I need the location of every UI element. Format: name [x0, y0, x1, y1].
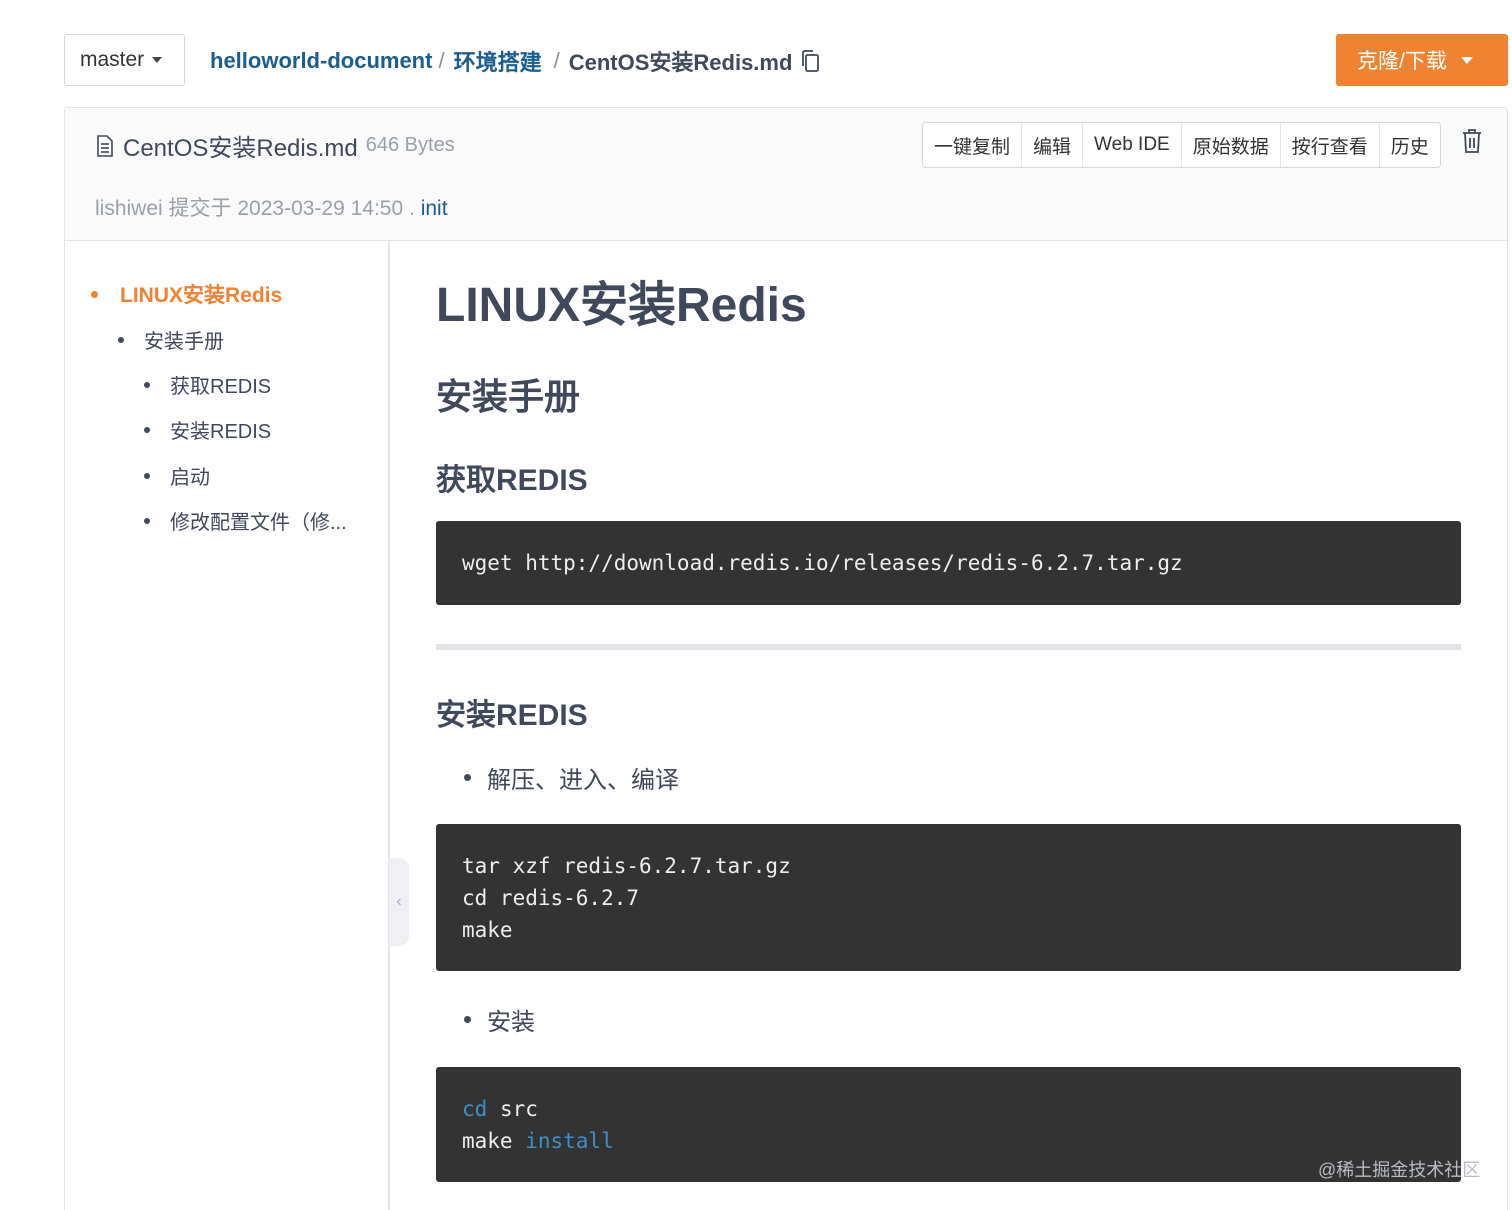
bullet-icon: [144, 472, 150, 479]
file-icon: [97, 134, 113, 157]
file-title-row: CentOS安装Redis.md 646 Bytes: [95, 128, 455, 163]
branch-label: master: [80, 48, 145, 71]
list-item: 解压、进入、编译: [464, 760, 679, 795]
edit-button[interactable]: 编辑: [1022, 123, 1084, 167]
file-header: CentOS安装Redis.md 646 Bytes lishiwei 提交于 …: [65, 108, 1507, 241]
bullet-icon: [464, 774, 471, 781]
copy-path-icon[interactable]: [800, 49, 820, 73]
chevron-down-icon: [152, 57, 163, 63]
bullet-icon: [91, 290, 98, 298]
toc-item-config[interactable]: 修改配置文件（修...: [144, 506, 347, 535]
toc-item-linux-redis[interactable]: LINUX安装Redis: [91, 279, 282, 309]
list-item-text: 解压、进入、编译: [487, 767, 679, 794]
copy-button[interactable]: 一键复制: [923, 123, 1023, 167]
code-line: tar xzf redis-6.2.7.tar.gz: [462, 854, 791, 878]
toc-item-manual[interactable]: 安装手册: [118, 325, 224, 354]
heading-3-install: 安装REDIS: [436, 699, 588, 732]
breadcrumb-file: CentOS安装Redis.md: [568, 50, 793, 75]
toc-item-install-redis[interactable]: 安装REDIS: [144, 415, 271, 444]
blame-button[interactable]: 按行查看: [1281, 123, 1380, 167]
toc-item-label: 安装手册: [144, 331, 224, 353]
code-line: make install: [462, 1125, 1435, 1157]
code-block-install: cd src make install: [436, 1067, 1461, 1182]
bullet-icon: [144, 517, 150, 524]
heading-3-get: 获取REDIS: [436, 464, 588, 497]
toc-item-label: 获取REDIS: [170, 376, 272, 398]
code-line: cd redis-6.2.7: [462, 886, 640, 910]
file-size: 646 Bytes: [365, 134, 455, 156]
code-keyword: cd: [462, 1097, 488, 1121]
breadcrumb-separator: /: [553, 48, 560, 73]
code-text: src: [487, 1097, 538, 1121]
history-button[interactable]: 历史: [1380, 123, 1440, 167]
clone-download-button[interactable]: 克隆/下载: [1336, 34, 1508, 86]
commit-message-link[interactable]: init: [421, 197, 448, 220]
code-block-get: wget http://download.redis.io/releases/r…: [436, 521, 1461, 605]
code-line: make: [462, 918, 513, 942]
commit-info: lishiwei 提交于 2023-03-29 14:50 . init: [95, 192, 448, 222]
bullet-icon: [464, 1016, 471, 1023]
breadcrumb-repo[interactable]: helloworld-document: [210, 48, 432, 74]
code-block-extract: tar xzf redis-6.2.7.tar.gz cd redis-6.2.…: [436, 824, 1461, 971]
list-item: 安装: [464, 1002, 535, 1037]
chevron-left-icon: ‹: [396, 893, 402, 910]
branch-select[interactable]: master: [64, 34, 185, 86]
toc-item-get-redis[interactable]: 获取REDIS: [144, 370, 271, 399]
breadcrumb-separator: /: [438, 48, 445, 73]
toc-collapse-toggle[interactable]: ‹: [389, 858, 409, 946]
bullet-icon: [118, 336, 124, 343]
table-of-contents: LINUX安装Redis 安装手册 获取REDIS 安装REDIS 启动 修改配…: [65, 241, 390, 1210]
list-item-text: 安装: [487, 1009, 535, 1036]
code-text: make: [462, 1129, 526, 1153]
code-keyword: install: [525, 1129, 614, 1153]
toc-item-label: 启动: [170, 467, 210, 489]
file-actions: 一键复制 编辑 Web IDE 原始数据 按行查看 历史: [922, 122, 1441, 168]
toc-item-label: 安装REDIS: [170, 421, 272, 443]
commit-author-date: lishiwei 提交于 2023-03-29 14:50 .: [95, 197, 415, 220]
divider: [436, 644, 1461, 650]
clone-download-label: 克隆/下载: [1357, 50, 1447, 73]
toc-item-start[interactable]: 启动: [144, 461, 210, 490]
watermark: @稀土掘金技术社区: [1318, 1160, 1481, 1180]
code-line: wget http://download.redis.io/releases/r…: [462, 551, 1183, 575]
toc-item-label: LINUX安装Redis: [120, 284, 283, 307]
file-name: CentOS安装Redis.md: [123, 135, 358, 162]
bullet-icon: [144, 381, 150, 388]
web-ide-button[interactable]: Web IDE: [1083, 123, 1182, 167]
bullet-icon: [144, 426, 150, 433]
code-line: cd src: [462, 1093, 1435, 1125]
raw-button[interactable]: 原始数据: [1182, 123, 1281, 167]
breadcrumb-folder[interactable]: 环境搭建: [454, 45, 542, 77]
heading-1: LINUX安装Redis: [436, 279, 807, 332]
chevron-down-icon: [1460, 56, 1473, 64]
breadcrumb: helloworld-document / 环境搭建 / CentOS安装Red…: [210, 40, 820, 82]
toc-item-label: 修改配置文件（修...: [170, 512, 347, 534]
trash-icon[interactable]: [1461, 128, 1483, 154]
heading-2: 安装手册: [436, 376, 581, 417]
